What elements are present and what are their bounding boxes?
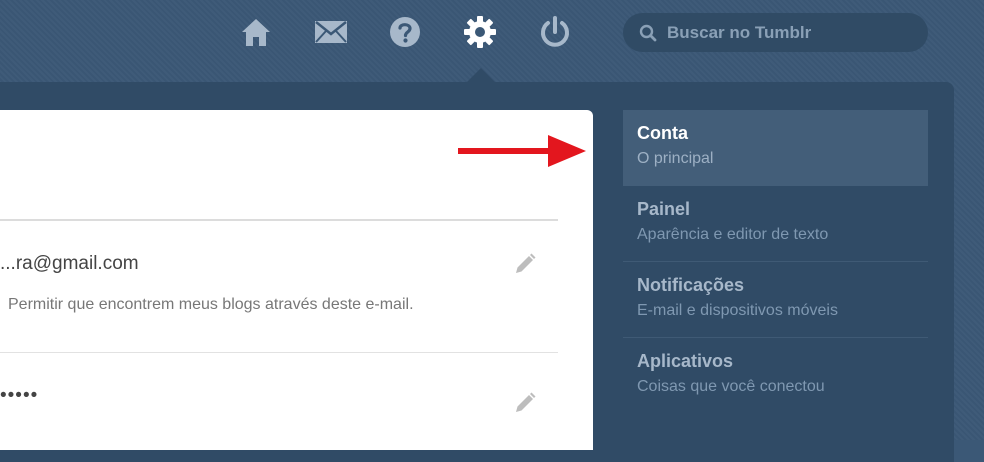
search-input[interactable] — [667, 22, 917, 43]
menu-item-title: Aplicativos — [637, 351, 734, 371]
search-icon — [639, 24, 657, 41]
top-navigation — [0, 0, 984, 66]
menu-item-subtitle: O principal — [637, 150, 714, 167]
email-hint: Permitir que encontrem meus blogs atravé… — [8, 296, 414, 313]
mail-icon[interactable] — [313, 14, 349, 50]
menu-item-conta[interactable]: Conta O principal — [623, 110, 928, 186]
password-value: ••••• — [0, 385, 39, 406]
menu-item-subtitle: Coisas que você conectou — [637, 378, 825, 395]
menu-item-subtitle: Aparência e editor de texto — [637, 226, 829, 243]
email-value: ...ra@gmail.com — [0, 253, 139, 274]
menu-item-painel[interactable]: Painel Aparência e editor de texto — [623, 186, 928, 262]
menu-item-title: Painel — [637, 199, 691, 219]
edit-password-icon[interactable] — [512, 390, 538, 416]
gear-icon[interactable] — [462, 14, 498, 50]
menu-item-title: Conta — [637, 123, 688, 143]
menu-item-aplicativos[interactable]: Aplicativos Coisas que você conectou — [623, 338, 928, 414]
home-icon[interactable] — [238, 14, 274, 50]
annotation-arrow-icon — [458, 135, 586, 167]
menu-item-notificacoes[interactable]: Notificações E-mail e dispositivos móvei… — [623, 262, 928, 338]
search-box[interactable] — [623, 13, 928, 52]
edit-email-icon[interactable] — [512, 251, 538, 277]
menu-item-subtitle: E-mail e dispositivos móveis — [637, 302, 838, 319]
dropdown-caret — [467, 68, 495, 82]
card-divider — [0, 352, 558, 353]
settings-menu: Conta O principal Painel Aparência e edi… — [623, 110, 928, 414]
card-divider — [0, 219, 558, 221]
help-icon[interactable] — [387, 14, 423, 50]
menu-item-title: Notificações — [637, 275, 745, 295]
power-icon[interactable] — [537, 14, 573, 50]
